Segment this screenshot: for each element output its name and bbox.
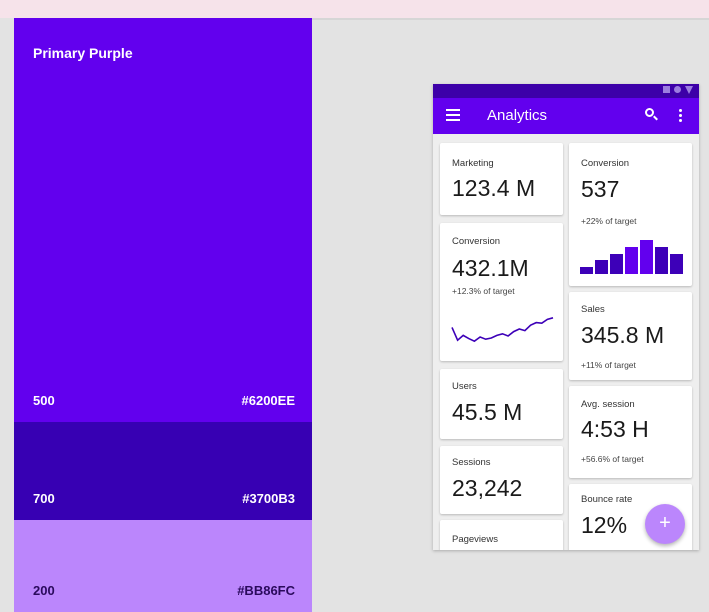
bar bbox=[640, 240, 653, 274]
app-title: Analytics bbox=[487, 107, 548, 124]
square-icon bbox=[663, 86, 670, 93]
card-value: 432.1M bbox=[452, 255, 529, 281]
card-label: Users bbox=[452, 381, 477, 392]
phone-mockup: Analytics Marketing 123.4 M Conversion 4… bbox=[433, 84, 699, 550]
card-label: Conversion bbox=[452, 236, 501, 247]
card-value: 537 bbox=[581, 176, 620, 202]
card-label: Bounce rate bbox=[581, 494, 633, 505]
card-label: Avg. session bbox=[581, 399, 635, 410]
add-fab-button[interactable]: + bbox=[645, 504, 685, 544]
swatch-level: 200 bbox=[33, 583, 55, 598]
menu-icon[interactable] bbox=[446, 109, 460, 121]
card-sessions[interactable]: Sessions 23,242 bbox=[440, 446, 563, 514]
card-conversion-right[interactable]: Conversion 537 +22% of target bbox=[569, 143, 692, 286]
swatch-200: 200 #BB86FC bbox=[14, 520, 312, 612]
app-bar: Analytics bbox=[433, 98, 699, 134]
divider bbox=[312, 18, 709, 20]
bar bbox=[580, 267, 593, 274]
add-icon: + bbox=[659, 512, 671, 534]
bar bbox=[595, 260, 608, 274]
palette-name: Primary Purple bbox=[33, 45, 133, 61]
card-value: 45.5 M bbox=[452, 399, 523, 425]
card-sub: +12.3% of target bbox=[452, 286, 515, 296]
swatch-level: 500 bbox=[33, 393, 55, 408]
card-label: Conversion bbox=[581, 158, 630, 169]
card-label: Sales bbox=[581, 304, 605, 315]
bar bbox=[655, 246, 668, 274]
status-bar bbox=[433, 84, 699, 98]
swatch-hex: #3700B3 bbox=[242, 491, 295, 506]
circle-icon bbox=[674, 86, 681, 93]
card-pageviews[interactable]: Pageviews bbox=[440, 520, 563, 550]
bar bbox=[670, 253, 683, 274]
search-icon[interactable] bbox=[645, 108, 659, 122]
card-value: 123.4 M bbox=[452, 175, 536, 201]
bar bbox=[610, 253, 623, 274]
swatch-hex: #6200EE bbox=[241, 393, 296, 408]
card-users[interactable]: Users 45.5 M bbox=[440, 369, 563, 439]
card-sub: +22% of target bbox=[581, 216, 637, 226]
swatch-500: Primary Purple 500 #6200EE bbox=[14, 18, 312, 422]
card-sub: +11% of target bbox=[581, 360, 636, 370]
swatch-level: 700 bbox=[33, 491, 55, 506]
sparkline-chart bbox=[451, 317, 554, 343]
card-sub: +56.6% of target bbox=[581, 454, 644, 464]
card-label: Marketing bbox=[452, 158, 494, 169]
card-label: Pageviews bbox=[452, 534, 498, 545]
bar bbox=[625, 246, 638, 274]
card-value: 23,242 bbox=[452, 475, 523, 501]
card-label: Sessions bbox=[452, 457, 491, 468]
swatch-700: 700 #3700B3 bbox=[14, 422, 312, 520]
color-palette: Primary Purple 500 #6200EE 700 #3700B3 2… bbox=[14, 18, 312, 612]
card-value: 4:53 H bbox=[581, 416, 649, 442]
more-vert-icon[interactable] bbox=[679, 109, 683, 123]
card-avg-session[interactable]: Avg. session 4:53 H +56.6% of target bbox=[569, 386, 692, 478]
card-sales[interactable]: Sales 345.8 M +11% of target bbox=[569, 292, 692, 380]
card-conversion-left[interactable]: Conversion 432.1M +12.3% of target bbox=[440, 223, 563, 361]
card-value: 345.8 M bbox=[581, 322, 665, 348]
card-value: 12% bbox=[581, 512, 628, 538]
bar-chart bbox=[580, 238, 685, 274]
card-marketing[interactable]: Marketing 123.4 M bbox=[440, 143, 563, 215]
swatch-hex: #BB86FC bbox=[237, 583, 295, 598]
triangle-icon bbox=[685, 86, 693, 94]
